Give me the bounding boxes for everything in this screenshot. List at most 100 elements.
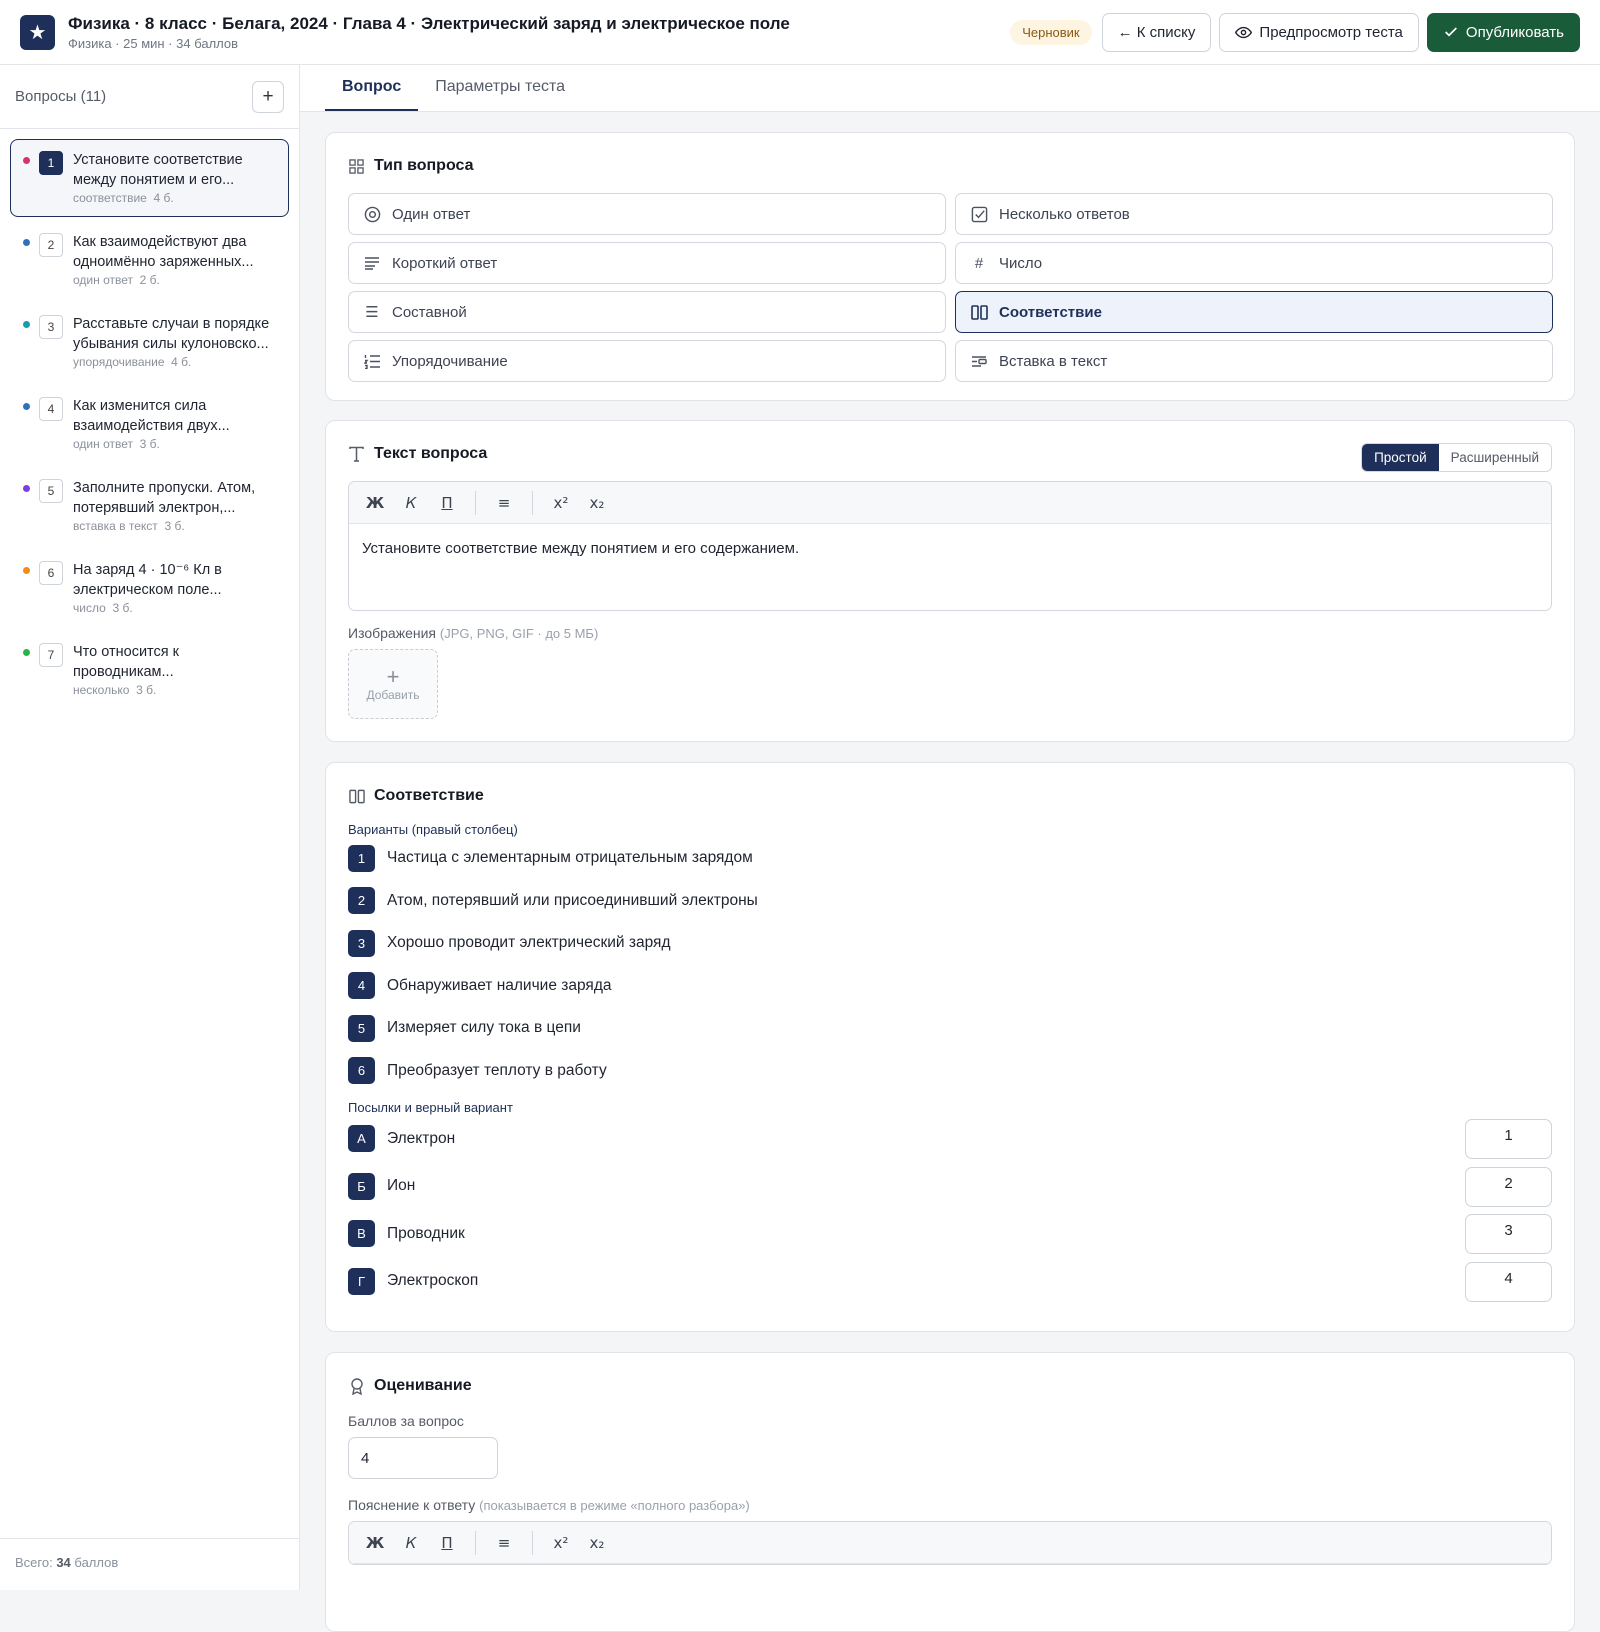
publish-button[interactable]: Опубликовать	[1426, 12, 1580, 52]
question-preview: Как взаимодействуют два одноимённо заряж…	[73, 234, 254, 270]
type-label: Составной	[392, 303, 467, 321]
toolbar-divider	[475, 1530, 476, 1555]
tab-test-params[interactable]: Параметры теста	[418, 65, 582, 111]
question-preview: Заполните пропуски. Атом, потерявший эле…	[73, 480, 256, 516]
option-text[interactable]: Преобразует теплоту в работу	[387, 1062, 607, 1080]
premise-text[interactable]: Электроскоп	[387, 1272, 478, 1290]
type-short-answer[interactable]: Короткий ответ	[348, 242, 946, 284]
editor-mode-toggle: Простой Расширенный	[1361, 443, 1552, 472]
question-preview: На заряд 4 · 10⁻⁶ Кл в электрическом пол…	[73, 562, 222, 598]
premise-text[interactable]: Проводник	[387, 1225, 465, 1243]
question-number: 2	[39, 233, 63, 257]
premise-text[interactable]: Электрон	[387, 1130, 455, 1148]
explanation-label-text: Пояснение к ответу	[348, 1497, 476, 1513]
question-list-item[interactable]: 6 На заряд 4 · 10⁻⁶ Кл в электрическом п…	[10, 549, 289, 627]
question-text-card: Текст вопроса Простой Расширенный Ж К П …	[325, 420, 1575, 742]
question-list-item[interactable]: 2 Как взаимодействуют два одноимённо зар…	[10, 221, 289, 299]
underline-button[interactable]: П	[431, 489, 463, 517]
premises-list: А Электрон 1 Б Ион 2 В Проводник 3 Г Электроско…	[348, 1115, 1552, 1305]
type-matching[interactable]: Соответствие	[955, 291, 1553, 333]
question-type: упорядочивание	[73, 355, 165, 369]
points-input[interactable]: 4	[348, 1437, 498, 1479]
list-button[interactable]: ≡	[488, 1529, 520, 1557]
mode-advanced-button[interactable]: Расширенный	[1439, 444, 1551, 471]
premise-answer-input[interactable]: 1	[1465, 1119, 1552, 1159]
tab-question[interactable]: Вопрос	[325, 65, 419, 111]
type-number[interactable]: # Число	[955, 242, 1553, 284]
question-list-item[interactable]: 7 Что относится к проводникам... несколь…	[10, 631, 289, 709]
list-button[interactable]: ≡	[488, 489, 520, 517]
matching-card: Соответствие Варианты (правый столбец) 1…	[325, 762, 1575, 1332]
question-number: 3	[39, 315, 63, 339]
total-suffix: баллов	[74, 1555, 119, 1570]
italic-button[interactable]: К	[395, 489, 427, 517]
tab-bar: Вопрос Параметры теста	[300, 65, 1600, 112]
premise-row: Г Электроскоп 4	[348, 1258, 1552, 1306]
star-logo-icon: ★	[20, 14, 55, 50]
premise-letter: А	[348, 1125, 375, 1153]
premise-answer-input[interactable]: 3	[1465, 1214, 1552, 1254]
type-composite[interactable]: ☰ Составной	[348, 291, 946, 333]
subscript-button[interactable]: x₂	[581, 489, 613, 517]
superscript-button[interactable]: x²	[545, 489, 577, 517]
question-list-item[interactable]: 1 Установите соответствие между понятием…	[10, 139, 289, 217]
option-text[interactable]: Хорошо проводит электрический заряд	[387, 934, 671, 952]
italic-button[interactable]: К	[395, 1529, 427, 1557]
premise-text[interactable]: Ион	[387, 1177, 415, 1195]
type-multiple-answers[interactable]: Несколько ответов	[955, 193, 1553, 235]
question-list-item[interactable]: 4 Как изменится сила взаимодействия двух…	[10, 385, 289, 463]
option-text[interactable]: Атом, потерявший или присоединивший элек…	[387, 892, 758, 910]
question-number: 6	[39, 561, 63, 585]
back-label: ← К списку	[1117, 23, 1196, 41]
question-points: 3 б.	[112, 601, 133, 615]
premise-row: В Проводник 3	[348, 1210, 1552, 1258]
question-points: 3 б.	[164, 519, 185, 533]
option-number: 1	[348, 844, 375, 872]
option-number: 5	[348, 1014, 375, 1042]
images-label-text: Изображения	[348, 625, 436, 641]
option-row: 5 Измеряет силу тока в цепи	[348, 1007, 1552, 1050]
hash-icon: #	[974, 254, 984, 272]
question-number: 5	[39, 479, 63, 503]
type-insert-text[interactable]: Вставка в текст	[955, 340, 1553, 382]
mode-simple-button[interactable]: Простой	[1362, 444, 1439, 471]
premise-answer-input[interactable]: 2	[1465, 1166, 1552, 1207]
back-to-list-button[interactable]: ← К списку	[1101, 12, 1212, 52]
question-color-dot	[23, 485, 30, 492]
question-type-card: Тип вопроса Один ответ Несколько ответов…	[325, 132, 1575, 401]
section-title: Тип вопроса	[374, 157, 474, 174]
option-row: 6 Преобразует теплоту в работу	[348, 1050, 1552, 1093]
section-title: Оценивание	[374, 1377, 472, 1394]
option-row: 4 Обнаруживает наличие заряда	[348, 965, 1552, 1008]
question-preview: Что относится к проводникам...	[73, 644, 179, 680]
premise-letter: Б	[348, 1172, 375, 1200]
type-label: Число	[999, 254, 1043, 272]
add-image-button[interactable]: + Добавить	[348, 649, 438, 719]
option-text[interactable]: Измеряет силу тока в цепи	[387, 1019, 581, 1037]
add-question-button[interactable]: +	[252, 80, 284, 113]
question-list-item[interactable]: 5 Заполните пропуски. Атом, потерявший э…	[10, 467, 289, 545]
check-icon	[1444, 27, 1457, 37]
type-single-answer[interactable]: Один ответ	[348, 193, 946, 235]
type-ordering[interactable]: Упорядочивание	[348, 340, 946, 382]
question-color-dot	[23, 239, 30, 246]
option-text[interactable]: Частица с элементарным отрицательным зар…	[387, 849, 753, 867]
superscript-button[interactable]: x²	[545, 1529, 577, 1557]
question-points: 3 б.	[136, 683, 157, 697]
question-text-input[interactable]: Установите соответствие между понятием и…	[349, 524, 1551, 610]
bold-button[interactable]: Ж	[359, 1529, 391, 1557]
status-badge: Черновик	[1010, 19, 1092, 45]
preview-button[interactable]: Предпросмотр теста	[1219, 12, 1419, 52]
option-text[interactable]: Обнаруживает наличие заряда	[387, 977, 611, 995]
questions-count-label: Вопросы (11)	[15, 88, 107, 105]
option-number: 6	[348, 1057, 375, 1085]
premise-answer-input[interactable]: 4	[1465, 1261, 1552, 1302]
columns-icon	[970, 304, 988, 320]
question-list-item[interactable]: 3 Расставьте случаи в порядке убывания с…	[10, 303, 289, 381]
premise-row: Б Ион 2	[348, 1163, 1552, 1211]
explanation-hint: (показывается в режиме «полного разбора»…	[479, 1498, 750, 1513]
underline-button[interactable]: П	[431, 1529, 463, 1557]
subscript-button[interactable]: x₂	[581, 1529, 613, 1557]
ordered-list-icon	[363, 354, 381, 369]
bold-button[interactable]: Ж	[359, 489, 391, 517]
